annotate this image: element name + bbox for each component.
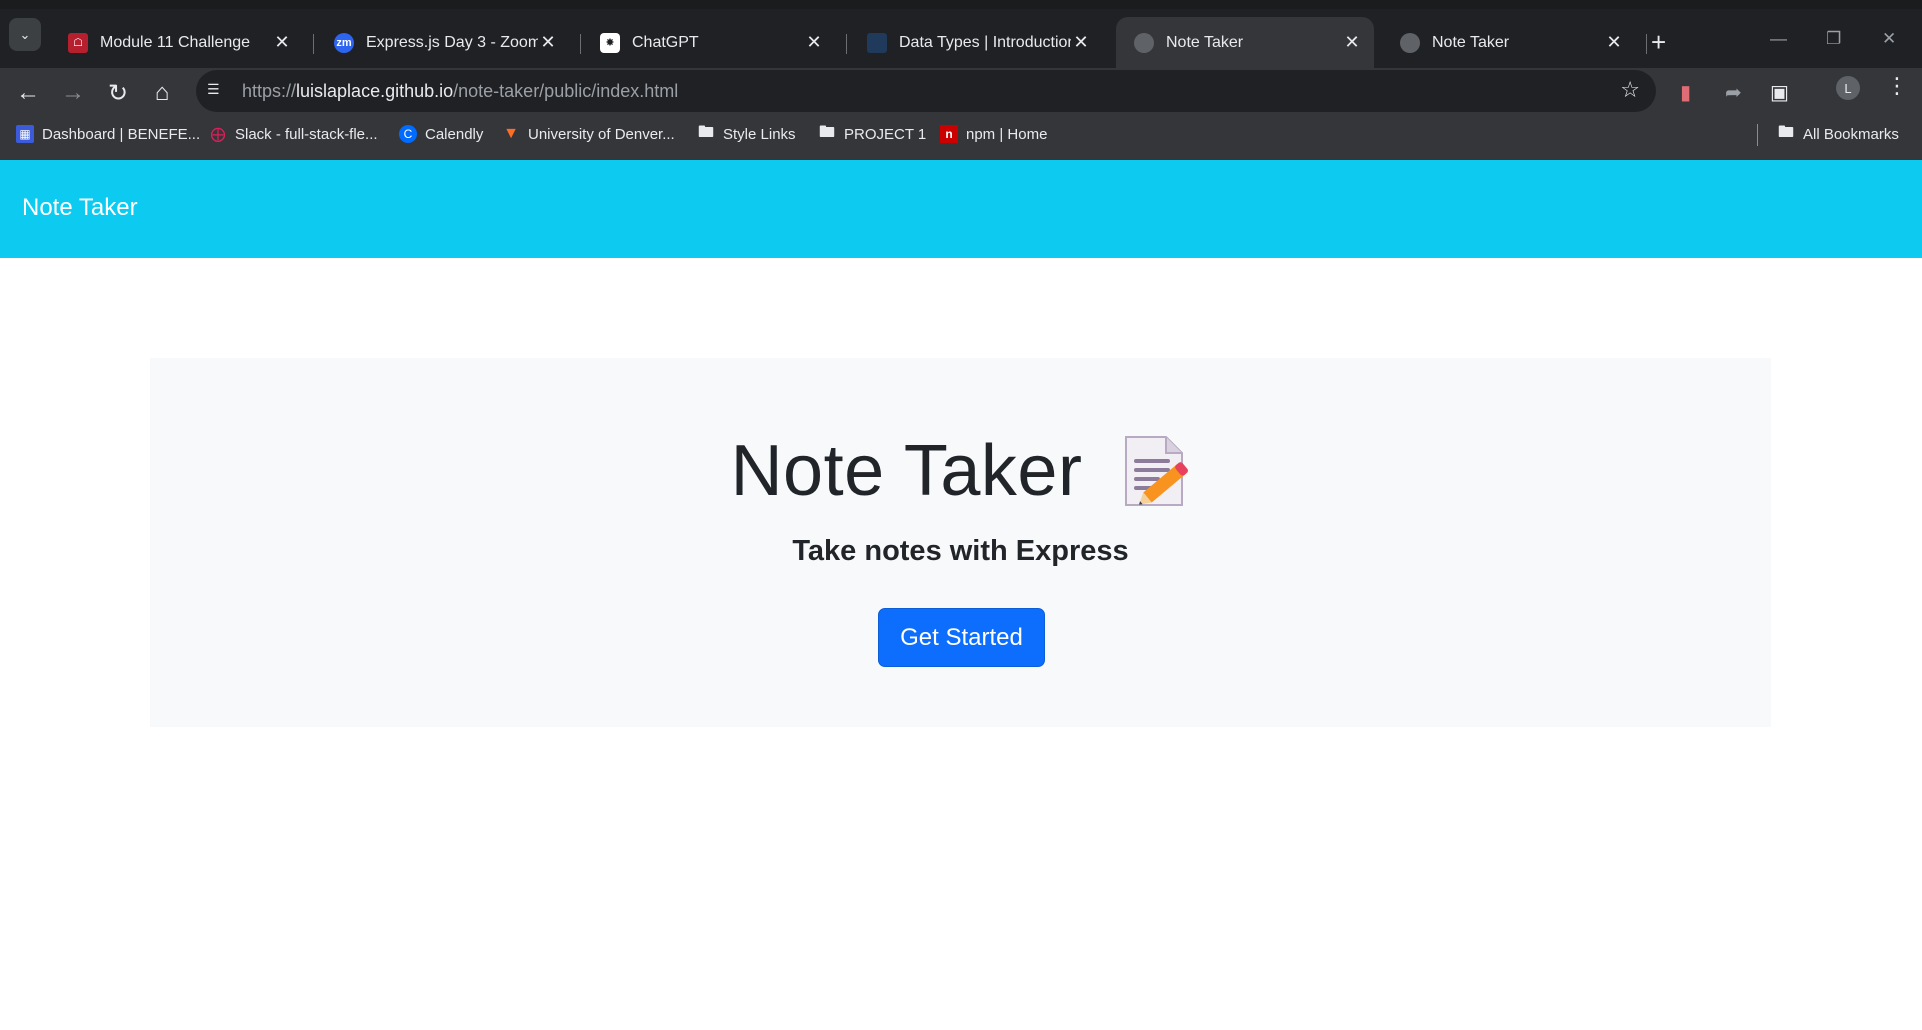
zoom-icon: zm [334, 32, 354, 53]
tab-divider [846, 34, 847, 54]
extensions-puzzle-icon[interactable]: ▣ [1770, 80, 1789, 105]
tab-title: Note Taker [1166, 33, 1244, 51]
chatgpt-icon: ✸ [600, 32, 620, 53]
site-navbar: Note Taker [0, 160, 1922, 258]
tab-module-11[interactable]: ☖ Module 11 Challenge ✕ [50, 17, 304, 68]
tab-search-button[interactable]: ⌄ [9, 18, 41, 51]
window-close-icon[interactable]: ✕ [1882, 29, 1896, 49]
tab-chatgpt[interactable]: ✸ ChatGPT ✕ [582, 17, 836, 68]
folder-icon: 🖿 [697, 123, 714, 141]
hero-subtitle: Take notes with Express [792, 535, 1129, 567]
close-icon[interactable]: ✕ [1342, 32, 1362, 53]
browser-toolbar: ← → ↻ ⌂ ☰ https://luislaplace.github.io/… [0, 68, 1922, 119]
globe-icon [1400, 32, 1420, 53]
shield-icon: ☖ [68, 32, 88, 53]
folder-icon: 🖿 [818, 123, 835, 141]
tab-divider [1646, 34, 1647, 54]
tab-divider [580, 34, 581, 54]
bookmark-slack[interactable]: ⨁ Slack - full-stack-fle... [209, 119, 378, 149]
bookmark-label: Calendly [425, 125, 484, 143]
bookmark-calendly[interactable]: C Calendly [399, 119, 483, 149]
folder-icon: 🖿 [1777, 123, 1794, 141]
extension-arrow-icon[interactable]: ➦ [1725, 80, 1742, 105]
reload-icon[interactable]: ↻ [102, 77, 134, 109]
bookmark-star-icon[interactable]: ☆ [1620, 77, 1640, 103]
bookmarks-divider [1757, 124, 1758, 146]
calendly-icon: C [399, 125, 417, 143]
navbar-brand[interactable]: Note Taker [22, 194, 138, 222]
bookmark-label: Slack - full-stack-fle... [235, 125, 378, 143]
tab-zoom[interactable]: zm Express.js Day 3 - Zoom ✕ [316, 17, 570, 68]
all-bookmarks-label: All Bookmarks [1803, 125, 1899, 143]
bookmark-label: Style Links [723, 125, 796, 143]
close-icon[interactable]: ✕ [1604, 32, 1624, 53]
bookmark-label: PROJECT 1 [844, 125, 927, 143]
url-host: luislaplace.github.io [296, 81, 454, 101]
bookmark-dashboard[interactable]: ▦ Dashboard | BENEFE... [16, 119, 200, 149]
tab-note-taker[interactable]: Note Taker ✕ [1382, 17, 1636, 68]
url-path: /note-taker/public/index.html [453, 81, 679, 101]
bookmark-style-links[interactable]: 🖿 Style Links [697, 119, 796, 149]
globe-icon [1134, 32, 1154, 53]
url-scheme: https:// [242, 81, 297, 101]
close-icon[interactable]: ✕ [272, 32, 292, 53]
get-started-button[interactable]: Get Started [878, 608, 1045, 667]
close-icon[interactable]: ✕ [538, 32, 558, 53]
bookmark-university[interactable]: ▼ University of Denver... [502, 119, 675, 149]
all-bookmarks[interactable]: 🖿 All Bookmarks [1777, 119, 1899, 149]
chevron-down-icon: ⌄ [19, 26, 31, 42]
url-text[interactable]: https://luislaplace.github.io/note-taker… [242, 81, 678, 102]
restore-icon[interactable]: ❐ [1826, 29, 1841, 49]
tab-note-taker-active[interactable]: Note Taker ✕ [1116, 17, 1374, 68]
gitlab-icon: ▼ [503, 125, 519, 142]
browser-menu-icon[interactable]: ⋮ [1886, 73, 1908, 99]
dashboard-icon: ▦ [16, 125, 34, 143]
site-info-icon[interactable]: ☰ [207, 81, 227, 101]
tab-strip: ⌄ ☖ Module 11 Challenge ✕ zm Express.js … [0, 9, 1922, 68]
npm-icon: n [940, 125, 958, 143]
tab-title: Module 11 Challenge [100, 33, 251, 51]
extension-record-icon[interactable]: ▮ [1680, 80, 1691, 105]
back-arrow-icon[interactable]: ← [12, 77, 44, 109]
profile-avatar[interactable]: L [1836, 76, 1860, 100]
home-icon[interactable]: ⌂ [146, 77, 178, 109]
hero-section: Note Taker Take notes with Express Get S… [150, 358, 1771, 727]
bookmark-npm[interactable]: n npm | Home [940, 119, 1047, 149]
forward-arrow-icon[interactable]: → [57, 77, 89, 109]
bookmark-label: Dashboard | BENEFE... [42, 125, 201, 143]
page-title: Note Taker [730, 431, 1083, 511]
document-icon [867, 32, 887, 53]
address-bar[interactable]: ☰ https://luislaplace.github.io/note-tak… [196, 70, 1656, 112]
window-top-strip [0, 0, 1922, 9]
memo-pencil-icon [1125, 436, 1189, 506]
tab-title: Note Taker [1432, 33, 1510, 51]
tab-title: Express.js Day 3 - Zoom [366, 33, 538, 51]
minimize-icon[interactable]: — [1770, 29, 1787, 49]
tab-data-types[interactable]: Data Types | Introduction t ✕ [849, 17, 1103, 68]
slack-icon: ⨁ [210, 126, 226, 143]
hero-title-row: Note Taker [150, 430, 1771, 512]
bookmark-project-1[interactable]: 🖿 PROJECT 1 [818, 119, 926, 149]
close-icon[interactable]: ✕ [804, 32, 824, 53]
bookmarks-bar: ▦ Dashboard | BENEFE... ⨁ Slack - full-s… [0, 119, 1922, 160]
new-tab-plus-icon[interactable]: + [1651, 29, 1666, 55]
bookmark-label: University of Denver... [528, 125, 675, 143]
bookmark-label: npm | Home [966, 125, 1048, 143]
tab-title: Data Types | Introduction t [899, 33, 1071, 51]
close-icon[interactable]: ✕ [1071, 32, 1091, 53]
tab-divider [313, 34, 314, 54]
tab-title: ChatGPT [632, 33, 699, 51]
